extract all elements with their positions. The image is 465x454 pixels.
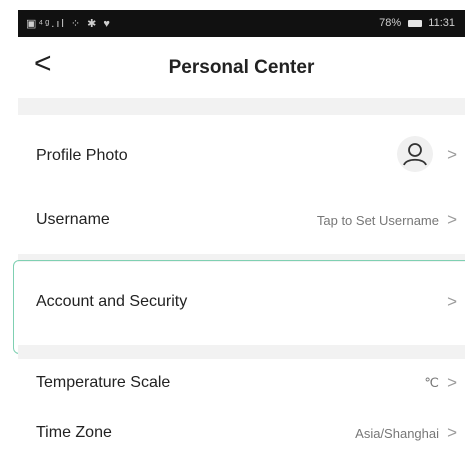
battery-icon (408, 20, 423, 27)
avatar-user-icon[interactable] (397, 136, 433, 172)
status-bar: ▣⁴ᵍ.ıl ⁘ ✱ ♥ 78% 11:31 (18, 10, 465, 37)
row-temperature-scale[interactable]: Temperature Scale ℃ > (18, 362, 465, 404)
battery-percent: 78% (379, 17, 402, 29)
section-divider (18, 345, 465, 359)
row-profile-photo[interactable]: Profile Photo > (18, 125, 465, 185)
username-value: Tap to Set Username (316, 213, 439, 228)
temperature-scale-label: Temperature Scale (36, 374, 171, 391)
status-icons: ▣⁴ᵍ.ıl ⁘ ✱ ♥ (26, 18, 112, 30)
row-time-zone[interactable]: Time Zone Asia/Shanghai > (18, 410, 465, 454)
chevron-right-icon: > (447, 373, 457, 392)
profile-photo-label: Profile Photo (36, 147, 128, 164)
temperature-scale-value: ℃ (424, 375, 439, 390)
chevron-right-icon: > (447, 210, 457, 229)
section-divider (18, 98, 465, 115)
selection-highlight (13, 260, 465, 354)
chevron-right-icon: > (447, 145, 457, 164)
row-username[interactable]: Username Tap to Set Username > (18, 195, 465, 247)
status-right: 78% 11:31 (379, 17, 455, 29)
username-label: Username (36, 211, 110, 228)
screen: ▣⁴ᵍ.ıl ⁘ ✱ ♥ 78% 11:31 < Personal Center… (0, 0, 465, 454)
clock-time: 11:31 (428, 17, 455, 29)
header-bar: < Personal Center (18, 37, 465, 95)
page-title: Personal Center (168, 57, 315, 78)
time-zone-label: Time Zone (36, 424, 112, 441)
chevron-right-icon: > (447, 423, 457, 442)
time-zone-value: Asia/Shanghai (355, 426, 439, 441)
